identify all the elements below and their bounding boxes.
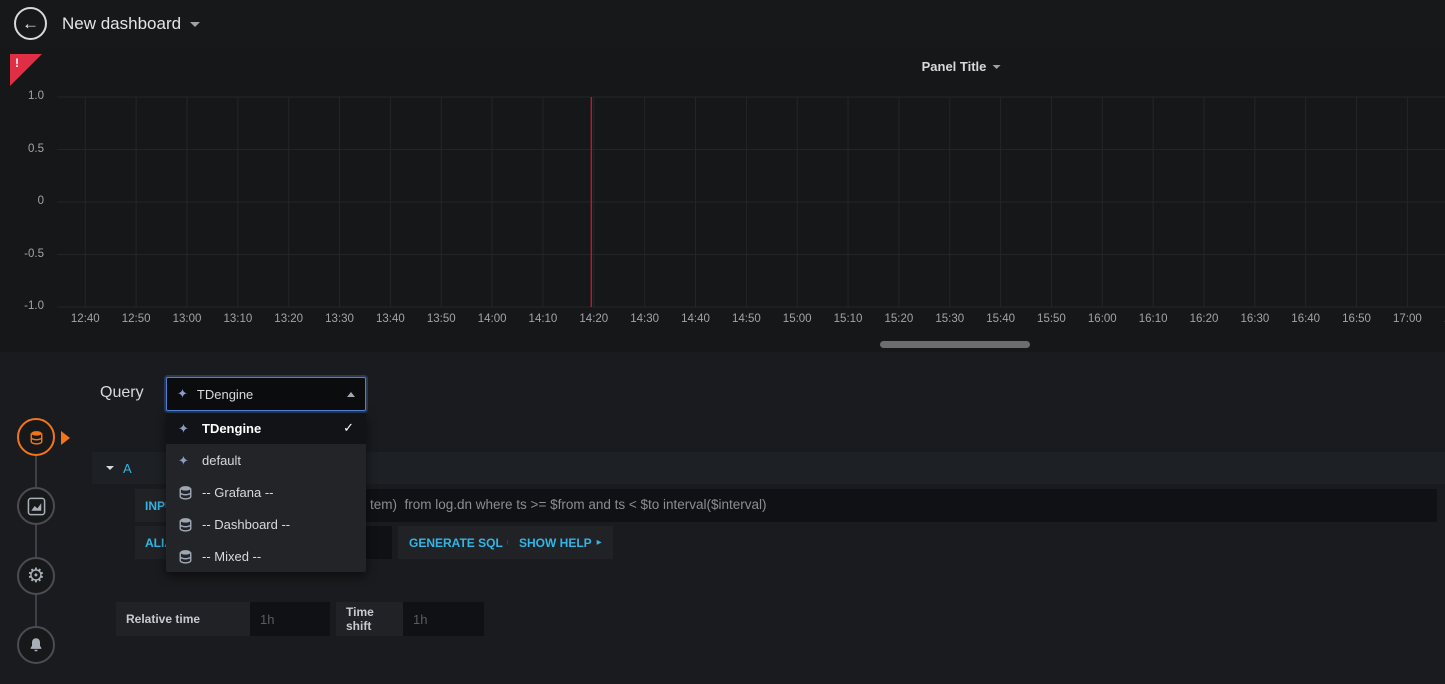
x-tick-label: 14:30: [630, 313, 659, 325]
x-tick-label: 13:30: [325, 313, 354, 325]
sql-input[interactable]: tem) from log.dn where ts >= $from and t…: [224, 489, 1437, 522]
x-tick-label: 14:50: [732, 313, 761, 325]
y-tick-label: 0: [0, 195, 44, 207]
time-shift-input[interactable]: [403, 602, 484, 636]
datasource-option-grafana[interactable]: -- Grafana --: [166, 476, 366, 508]
x-tick-label: 15:10: [834, 313, 863, 325]
x-tick-label: 12:50: [122, 313, 151, 325]
chevron-down-icon: [992, 65, 1000, 69]
datasource-option-label: -- Grafana --: [202, 485, 274, 500]
caret-right-icon: ▸: [597, 537, 602, 548]
x-tick-label: 13:10: [223, 313, 252, 325]
datasource-option-label: default: [202, 453, 241, 468]
relative-time-label: Relative time: [116, 602, 250, 636]
generate-sql-button[interactable]: GENERATE SQL ▸: [398, 526, 524, 559]
generate-sql-label: GENERATE SQL: [409, 536, 503, 550]
y-tick-label: 0.5: [0, 143, 44, 155]
datasource-option-tdengine[interactable]: ✦TDengine ✓: [166, 412, 366, 444]
chart-icon: [27, 497, 46, 516]
show-help-label: SHOW HELP: [519, 536, 592, 550]
x-tick-label: 13:50: [427, 313, 456, 325]
y-tick-label: 1.0: [0, 90, 44, 102]
datasource-option-label: -- Dashboard --: [202, 517, 290, 532]
x-tick-label: 15:50: [1037, 313, 1066, 325]
datasource-dropdown-menu: ✦TDengine✓✦default-- Grafana ---- Dashbo…: [166, 412, 366, 572]
tabs-connector-line: [35, 437, 37, 645]
datasource-select[interactable]: ✦ TDengine: [166, 377, 366, 411]
dashboard-panel: [0, 48, 1445, 352]
grafana-icon: ✦: [178, 454, 202, 467]
x-tick-label: 15:20: [885, 313, 914, 325]
x-tick-label: 15:00: [783, 313, 812, 325]
datasource-option-label: TDengine: [202, 421, 261, 436]
x-tick-label: 16:10: [1139, 313, 1168, 325]
x-tick-label: 16:20: [1190, 313, 1219, 325]
grafana-dashboard-screen: ← New dashboard ! Panel Title 1.0 0.5 0 -0.…: [0, 0, 1445, 684]
dashboard-title-dropdown[interactable]: New dashboard: [62, 0, 200, 48]
x-tick-label: 17:00: [1393, 313, 1422, 325]
panel-title: Panel Title: [922, 59, 987, 74]
sql-text: tem) from log.dn where ts >= $from and t…: [370, 497, 767, 512]
x-tick-label: 15:40: [986, 313, 1015, 325]
panel-error-corner[interactable]: !: [10, 54, 42, 86]
show-help-button[interactable]: SHOW HELP ▸: [508, 526, 613, 559]
x-tick-label: 14:00: [478, 313, 507, 325]
x-tick-label: 15:30: [935, 313, 964, 325]
datasource-option-dashboard[interactable]: -- Dashboard --: [166, 508, 366, 540]
database-icon: [29, 430, 44, 445]
x-tick-label: 16:40: [1291, 313, 1320, 325]
datasource-option-mixed[interactable]: -- Mixed --: [166, 540, 366, 572]
bell-icon: [28, 637, 44, 653]
x-tick-label: 13:40: [376, 313, 405, 325]
y-tick-label: -0.5: [0, 248, 44, 260]
panel-tab-queries[interactable]: [17, 418, 55, 456]
relative-time-input[interactable]: [250, 602, 330, 636]
x-tick-label: 14:10: [529, 313, 558, 325]
y-axis: 1.0 0.5 0 -0.5 -1.0: [0, 0, 48, 352]
x-tick-label: 14:20: [579, 313, 608, 325]
database-icon: [178, 485, 202, 500]
x-tick-label: 16:50: [1342, 313, 1371, 325]
panel-tab-general[interactable]: ⚙: [17, 557, 55, 595]
datasource-value: TDengine: [197, 387, 347, 402]
gear-icon: ⚙: [27, 566, 45, 586]
top-navbar: ← New dashboard: [0, 0, 1445, 48]
x-tick-label: 16:00: [1088, 313, 1117, 325]
error-exclamation: !: [15, 56, 19, 70]
x-tick-label: 12:40: [71, 313, 100, 325]
datasource-option-default[interactable]: ✦default: [166, 444, 366, 476]
x-axis: 12:40 12:50 13:00 13:10 13:20 13:30 13:40 13:50…: [0, 313, 1445, 331]
datasource-option-label: -- Mixed --: [202, 549, 261, 564]
panel-title-menu[interactable]: Panel Title: [922, 59, 1001, 74]
grafana-icon: ✦: [177, 385, 188, 403]
x-tick-label: 13:20: [274, 313, 303, 325]
chevron-down-icon: [106, 466, 114, 470]
check-icon: ✓: [343, 420, 354, 436]
x-tick-label: 14:40: [681, 313, 710, 325]
query-ref-id: A: [123, 461, 132, 476]
database-icon: [178, 517, 202, 532]
x-tick-label: 16:30: [1240, 313, 1269, 325]
time-shift-label: Time shift: [336, 602, 403, 636]
database-icon: [178, 549, 202, 564]
dashboard-title: New dashboard: [62, 14, 181, 34]
chevron-up-icon: [347, 392, 355, 397]
chevron-down-icon: [190, 22, 200, 27]
active-tab-arrow: [61, 431, 70, 445]
grafana-icon: ✦: [178, 422, 202, 435]
y-tick-label: -1.0: [0, 300, 44, 312]
query-section-label: Query: [100, 384, 144, 402]
panel-tab-alert[interactable]: [17, 626, 55, 664]
horizontal-scrollbar[interactable]: [880, 341, 1030, 348]
x-tick-label: 13:00: [173, 313, 202, 325]
